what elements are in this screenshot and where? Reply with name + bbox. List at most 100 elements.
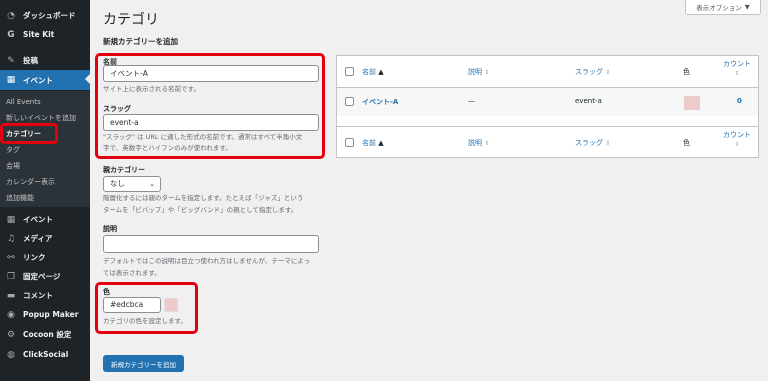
description-help-line2: ては表示されます。 xyxy=(103,269,161,277)
color-input[interactable]: #edcbca xyxy=(103,297,161,313)
sidebar-item-posts[interactable]: ✎ 投稿 xyxy=(0,51,90,70)
cocoon-icon: ⚙ xyxy=(6,329,16,340)
add-category-button[interactable]: 新規カテゴリーを追加 xyxy=(103,355,184,372)
column-name-label: 名前 xyxy=(362,139,376,147)
sort-icon: ⇕ xyxy=(605,140,611,147)
row-color-swatch xyxy=(684,96,700,110)
sidebar-item-links[interactable]: ⚯ リンク xyxy=(0,248,90,267)
sidebar-item-clicksocial[interactable]: ◍ ClickSocial xyxy=(0,345,90,364)
name-input[interactable]: イベント-A xyxy=(103,65,319,82)
column-slug-footer[interactable]: スラッグ ⇕ xyxy=(575,138,610,148)
table-footer: 名前 ▲ 説明 ⇕ スラッグ ⇕ 色 カウント ⇕ xyxy=(337,127,758,159)
column-color-footer: 色 xyxy=(683,139,690,147)
parent-description-line2: タームを「ビバップ」や「ビッグバンド」の親として指定します。 xyxy=(103,206,298,214)
parent-label: 親カテゴリー xyxy=(103,166,145,174)
column-name-label: 名前 xyxy=(362,68,376,76)
screen-options-button[interactable]: 表示オプション ▼ xyxy=(685,0,761,15)
column-slug[interactable]: スラッグ ⇕ xyxy=(575,67,610,77)
column-description[interactable]: 説明 ⇕ xyxy=(468,67,489,77)
sidebar-item-popup-maker[interactable]: ◉ Popup Maker xyxy=(0,305,90,324)
column-count[interactable]: カウント ⇕ xyxy=(723,60,751,78)
sidebar-item-pages[interactable]: ❐ 固定ページ xyxy=(0,267,90,286)
sidebar-item-comments[interactable]: ▬ コメント xyxy=(0,286,90,305)
color-description: カテゴリの色を設定します。 xyxy=(103,317,187,325)
column-count-label: カウント xyxy=(723,131,751,139)
row-name-link[interactable]: イベント-A xyxy=(362,97,398,107)
column-slug-label: スラッグ xyxy=(575,68,603,76)
row-checkbox[interactable] xyxy=(345,97,354,106)
categories-table: 名前 ▲ 説明 ⇕ スラッグ ⇕ 色 カウント ⇕ イベント-A — event-… xyxy=(336,55,759,158)
clicksocial-icon: ◍ xyxy=(7,349,15,360)
sidebar-item-events-2[interactable]: ▦ イベント xyxy=(0,210,90,229)
sidebar-item-label: メディア xyxy=(23,234,53,243)
select-all-checkbox-footer[interactable] xyxy=(345,138,354,147)
parent-description-line1: 階層化するには親のタームを指定します。たとえば「ジャズ」という xyxy=(103,194,304,202)
comment-icon: ▬ xyxy=(6,290,16,301)
sort-icon: ⇕ xyxy=(734,141,740,148)
row-count-link[interactable]: 0 xyxy=(737,97,742,105)
table-header: 名前 ▲ 説明 ⇕ スラッグ ⇕ 色 カウント ⇕ xyxy=(337,56,758,88)
sidebar-item-label: Popup Maker xyxy=(23,310,79,319)
sidebar-item-label: ClickSocial xyxy=(23,350,69,359)
column-description-label: 説明 xyxy=(468,139,482,147)
submenu-venues[interactable]: 会場 xyxy=(6,161,20,171)
submenu-add-new-event[interactable]: 新しいイベントを追加 xyxy=(6,113,76,123)
sort-icon: ⇕ xyxy=(734,70,740,77)
screen-options-label: 表示オプション xyxy=(696,4,742,12)
chevron-down-icon: ⌄ xyxy=(149,180,155,188)
submenu-all-events[interactable]: All Events xyxy=(6,98,41,106)
slug-input[interactable]: event-a xyxy=(103,114,319,131)
description-textarea[interactable] xyxy=(103,235,319,253)
sidebar-item-label: ダッシュボード xyxy=(23,11,76,20)
table-row: イベント-A — event-a 0 xyxy=(337,88,758,116)
pages-icon: ❐ xyxy=(6,271,16,282)
column-name[interactable]: 名前 ▲ xyxy=(362,67,384,77)
submenu-calendar[interactable]: カレンダー表示 xyxy=(6,177,55,187)
row-description: — xyxy=(468,97,475,105)
sidebar-item-label: イベント xyxy=(23,215,53,224)
sort-icon: ⇕ xyxy=(484,140,490,147)
submenu-addons[interactable]: 追加機能 xyxy=(6,193,34,203)
select-all-checkbox[interactable] xyxy=(345,67,354,76)
calendar-icon: ▦ xyxy=(6,75,16,85)
page-title: カテゴリ xyxy=(103,12,159,28)
sidebar-item-events[interactable]: ▦ イベント xyxy=(0,70,90,90)
sidebar-item-label: Site Kit xyxy=(23,30,55,39)
column-count-footer[interactable]: カウント ⇕ xyxy=(723,131,751,149)
column-description-label: 説明 xyxy=(468,68,482,76)
sidebar-item-sitekit[interactable]: G Site Kit xyxy=(0,25,90,44)
link-icon: ⚯ xyxy=(7,252,15,263)
sidebar-item-label: リンク xyxy=(23,253,46,262)
sort-icon: ⇕ xyxy=(484,69,490,76)
column-name-footer[interactable]: 名前 ▲ xyxy=(362,138,384,148)
dashboard-icon: ◔ xyxy=(7,10,15,21)
media-icon: ♫ xyxy=(6,233,16,244)
sidebar-item-cocoon[interactable]: ⚙ Cocoon 設定 xyxy=(0,325,90,344)
column-slug-label: スラッグ xyxy=(575,139,603,147)
column-color: 色 xyxy=(683,68,690,76)
sort-icon: ▲ xyxy=(378,139,384,147)
parent-select-value: なし xyxy=(110,179,125,188)
sitekit-icon: G xyxy=(7,29,15,40)
submenu-tags[interactable]: タグ xyxy=(6,145,20,155)
events-submenu: All Events 新しいイベントを追加 カテゴリー タグ 会場 カレンダー表… xyxy=(0,91,90,207)
sidebar-item-dashboard[interactable]: ◔ ダッシュボード xyxy=(0,6,90,25)
sidebar-item-label: 投稿 xyxy=(23,56,38,65)
sidebar-item-label: Cocoon 設定 xyxy=(23,330,72,339)
submenu-categories[interactable]: カテゴリー xyxy=(6,129,41,139)
pin-icon: ✎ xyxy=(7,55,15,66)
column-description-footer[interactable]: 説明 ⇕ xyxy=(468,138,489,148)
form-heading: 新規カテゴリーを追加 xyxy=(103,37,178,46)
sidebar-item-media[interactable]: ♫ メディア xyxy=(0,229,90,248)
slug-description-line1: "スラッグ" は URL に適した形式の名前です。通常はすべて半角小文 xyxy=(103,133,303,141)
slug-label: スラッグ xyxy=(103,105,131,113)
slug-description-line2: 字で、英数字とハイフンのみが使われます。 xyxy=(103,144,232,152)
row-slug: event-a xyxy=(575,97,602,105)
color-picker-swatch[interactable] xyxy=(164,298,178,312)
column-count-label: カウント xyxy=(723,60,751,68)
parent-select[interactable]: なし ⌄ xyxy=(103,176,161,192)
chevron-down-icon: ▼ xyxy=(744,3,750,11)
popup-maker-icon: ◉ xyxy=(7,309,15,320)
description-help-line1: デフォルトではこの説明は目立つ使われ方はしませんが、テーマによっ xyxy=(103,257,311,265)
color-label: 色 xyxy=(103,288,110,296)
